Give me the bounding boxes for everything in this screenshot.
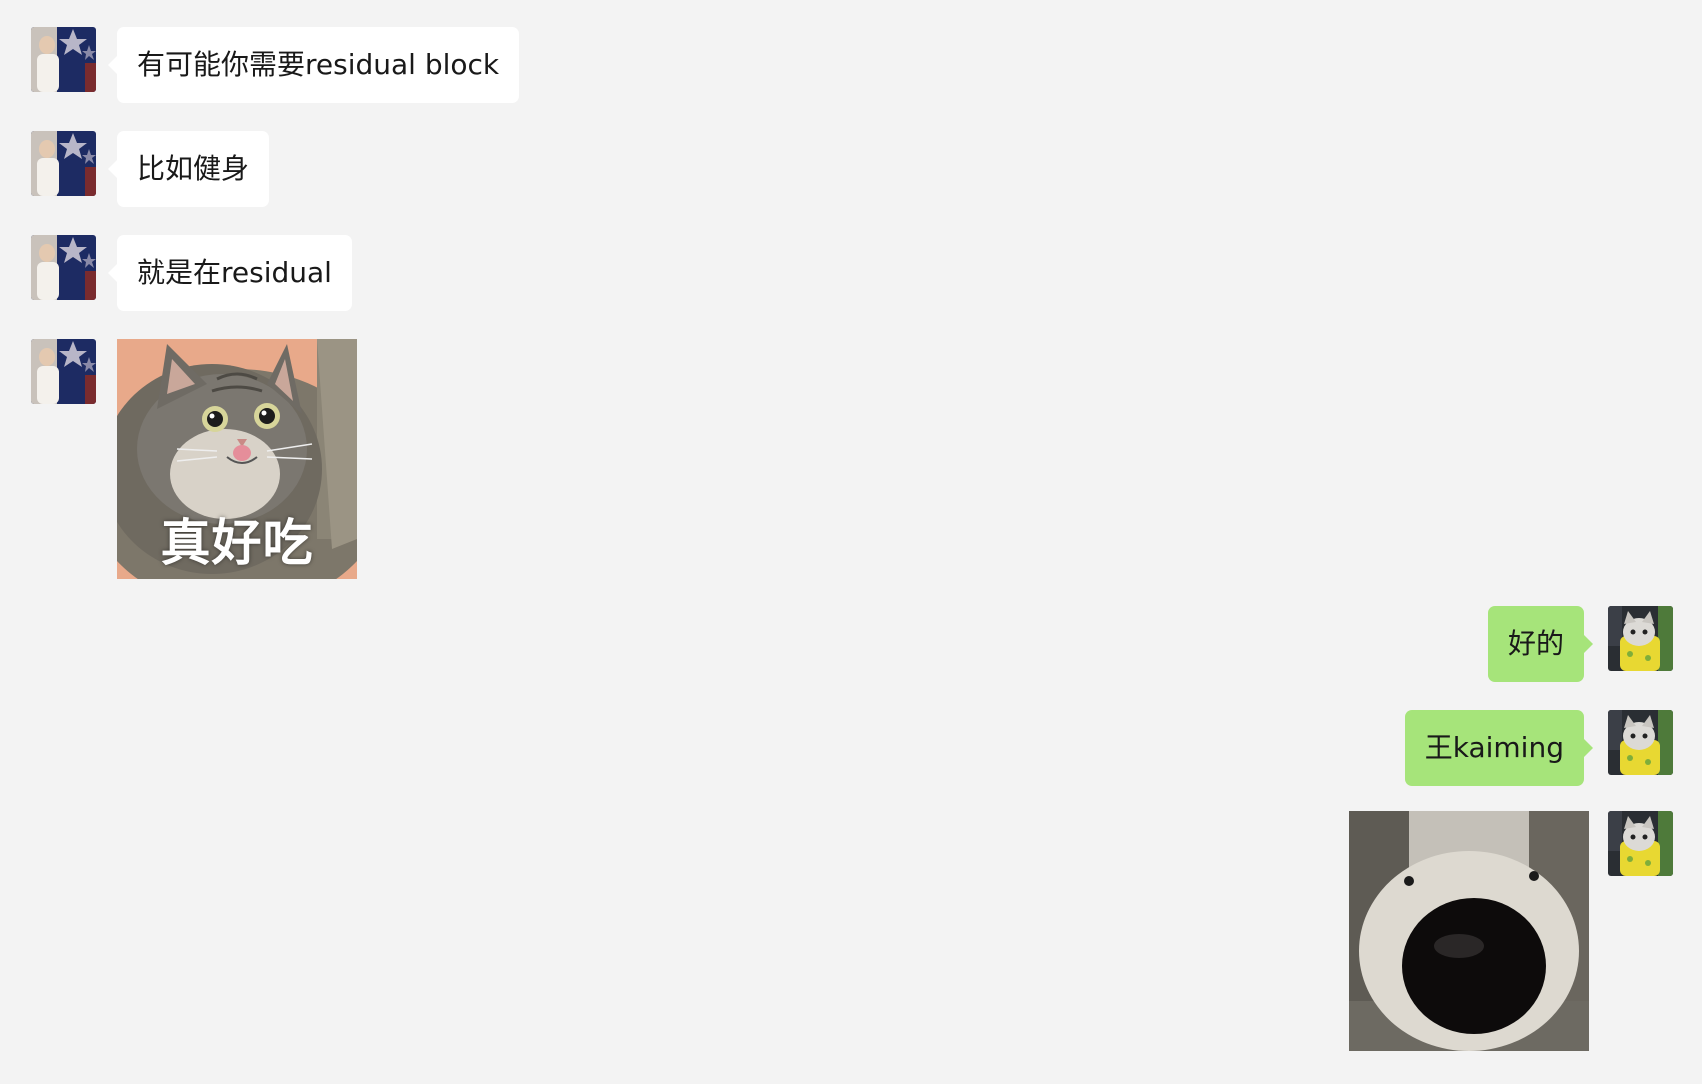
message-bubble[interactable]: 王kaiming: [1404, 710, 1594, 786]
message-bubble[interactable]: 好的: [1487, 606, 1594, 682]
dog-nose-sticker[interactable]: [1349, 811, 1589, 1051]
contact-avatar[interactable]: [31, 339, 96, 404]
sticker-caption: 真好吃: [160, 514, 314, 572]
self-avatar[interactable]: [1608, 710, 1673, 775]
contact-avatar[interactable]: [31, 131, 96, 196]
contact-avatar[interactable]: [31, 27, 96, 92]
chat-message-list: 有可能你需要residual block 比如健身 就是在residual 真好…: [0, 0, 1702, 1084]
self-avatar[interactable]: [1608, 606, 1673, 671]
self-avatar[interactable]: [1608, 811, 1673, 876]
cat-licking-sticker[interactable]: 真好吃: [117, 339, 357, 579]
message-bubble[interactable]: 就是在residual: [108, 235, 352, 311]
contact-avatar[interactable]: [31, 235, 96, 300]
message-bubble[interactable]: 有可能你需要residual block: [107, 27, 520, 103]
message-bubble[interactable]: 比如健身: [107, 131, 270, 207]
